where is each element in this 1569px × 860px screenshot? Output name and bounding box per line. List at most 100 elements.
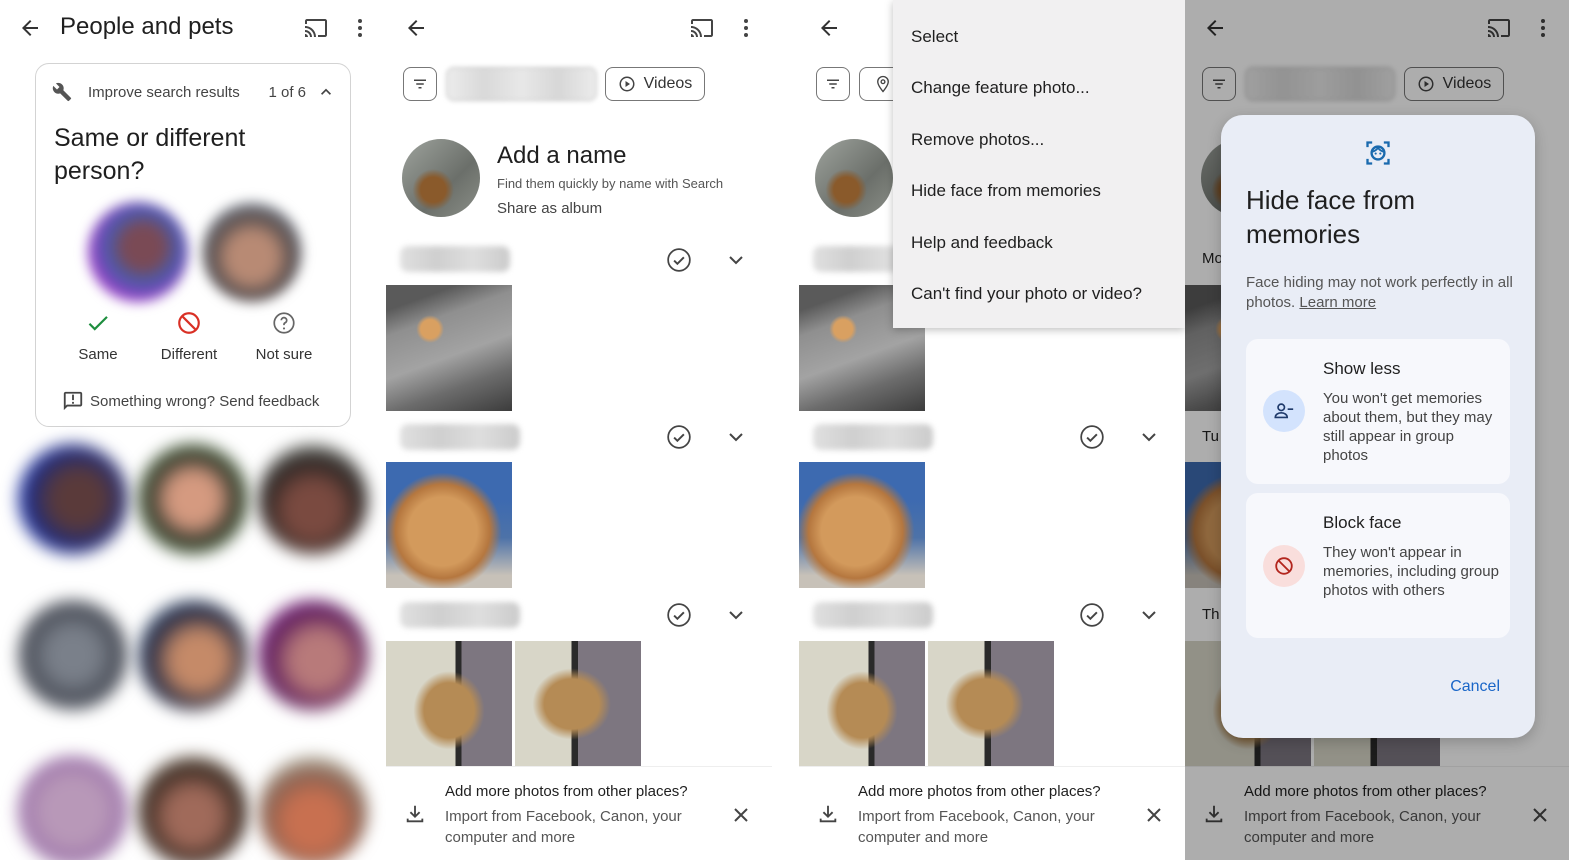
photo-thumbnail[interactable] bbox=[515, 641, 641, 767]
panel-gap bbox=[772, 0, 799, 860]
filter-chip[interactable] bbox=[816, 67, 850, 101]
person-thumbnail[interactable] bbox=[138, 756, 248, 860]
person-thumbnail[interactable] bbox=[258, 756, 368, 860]
select-all-check-icon[interactable] bbox=[666, 424, 692, 450]
card-counter: 1 of 6 bbox=[268, 83, 306, 101]
card-header-label: Improve search results bbox=[88, 83, 240, 101]
import-banner: Add more photos from other places? Impor… bbox=[386, 766, 772, 860]
menu-item-help-feedback[interactable]: Help and feedback bbox=[893, 217, 1185, 269]
select-all-check-icon[interactable] bbox=[666, 602, 692, 628]
arrow-back-icon bbox=[22, 20, 38, 36]
play-circle-icon bbox=[619, 76, 635, 92]
photo-thumbnail[interactable] bbox=[386, 462, 512, 588]
select-all-check-icon[interactable] bbox=[666, 247, 692, 273]
person-remove-icon bbox=[1274, 403, 1294, 419]
send-feedback-link[interactable]: Something wrong? Send feedback bbox=[62, 390, 319, 412]
date-header bbox=[400, 602, 520, 628]
chevron-down-icon[interactable] bbox=[724, 248, 748, 272]
import-banner-subtitle: Import from Facebook, Canon, your comput… bbox=[858, 808, 1095, 846]
videos-chip[interactable]: Videos bbox=[605, 67, 705, 101]
chevron-down-icon[interactable] bbox=[724, 425, 748, 449]
show-less-description: You won't get memories about them, but t… bbox=[1323, 390, 1493, 464]
person-thumbnail[interactable] bbox=[258, 444, 368, 554]
person-thumbnail[interactable] bbox=[18, 600, 128, 710]
chevron-up-icon[interactable] bbox=[316, 82, 336, 102]
date-header bbox=[400, 424, 520, 450]
different-button[interactable]: Different bbox=[139, 310, 239, 363]
show-less-icon-badge bbox=[1263, 390, 1305, 432]
chevron-down-icon[interactable] bbox=[1137, 603, 1161, 627]
people-and-pets-screen: People and pets Improve search results 1… bbox=[0, 0, 386, 860]
face-thumbnail-a bbox=[88, 202, 188, 302]
same-button[interactable]: Same bbox=[48, 310, 148, 363]
chevron-down-icon[interactable] bbox=[724, 603, 748, 627]
same-label: Same bbox=[78, 346, 118, 363]
menu-item-cant-find[interactable]: Can't find your photo or video? bbox=[893, 269, 1185, 321]
cancel-button[interactable]: Cancel bbox=[1450, 678, 1500, 696]
block-face-title: Block face bbox=[1323, 513, 1402, 532]
photo-thumbnail[interactable] bbox=[386, 285, 512, 411]
import-banner-title: Add more photos from other places? bbox=[445, 783, 688, 800]
chevron-down-icon[interactable] bbox=[1137, 425, 1161, 449]
share-as-album-link[interactable]: Share as album bbox=[497, 200, 602, 217]
person-thumbnail[interactable] bbox=[138, 600, 248, 710]
download-icon bbox=[406, 805, 424, 823]
menu-item-hide-face[interactable]: Hide face from memories bbox=[893, 166, 1185, 218]
person-thumbnail[interactable] bbox=[18, 444, 128, 554]
more-vert-icon bbox=[358, 19, 362, 37]
person-thumbnail[interactable] bbox=[18, 756, 128, 860]
photo-thumbnail[interactable] bbox=[799, 462, 925, 588]
feature-photo-avatar[interactable] bbox=[402, 139, 480, 217]
face-thumbnail-b bbox=[202, 202, 302, 302]
card-question: Same or different person? bbox=[54, 124, 246, 185]
feature-photo-avatar[interactable] bbox=[815, 139, 893, 217]
photo-thumbnail[interactable] bbox=[928, 641, 1054, 767]
photo-thumbnail[interactable] bbox=[386, 641, 512, 767]
date-header bbox=[400, 246, 510, 272]
add-name-button[interactable]: Add a name bbox=[497, 142, 626, 170]
menu-item-remove-photos[interactable]: Remove photos... bbox=[893, 114, 1185, 166]
dialog-description: Face hiding may not work perfectly in al… bbox=[1246, 273, 1516, 313]
show-less-title: Show less bbox=[1323, 359, 1401, 378]
back-button[interactable] bbox=[12, 10, 48, 46]
check-icon bbox=[88, 316, 108, 331]
filter-chip[interactable] bbox=[403, 67, 437, 101]
person-screen-with-menu: Add more photos from other places? Impor… bbox=[799, 0, 1185, 860]
location-chip[interactable] bbox=[446, 67, 597, 101]
top-app-bar bbox=[386, 0, 772, 56]
dialog-description-text: Face hiding may not work perfectly in al… bbox=[1246, 274, 1513, 311]
not-sure-button[interactable]: Not sure bbox=[234, 310, 334, 363]
menu-item-change-feature-photo[interactable]: Change feature photo... bbox=[893, 63, 1185, 115]
location-pin-icon bbox=[877, 75, 889, 93]
close-icon[interactable] bbox=[729, 803, 753, 827]
close-icon[interactable] bbox=[1142, 803, 1166, 827]
photo-thumbnail[interactable] bbox=[799, 641, 925, 767]
hide-face-dialog: Hide face from memories Face hiding may … bbox=[1221, 115, 1535, 738]
learn-more-link[interactable]: Learn more bbox=[1299, 294, 1376, 311]
back-button[interactable] bbox=[811, 10, 847, 46]
cast-button[interactable] bbox=[684, 10, 720, 46]
show-less-option[interactable]: Show less You won't get memories about t… bbox=[1246, 339, 1510, 484]
person-thumbnail[interactable] bbox=[258, 600, 368, 710]
menu-item-select[interactable]: Select bbox=[893, 11, 1185, 63]
page-title: People and pets bbox=[60, 13, 234, 40]
feedback-icon bbox=[63, 391, 83, 411]
block-icon bbox=[178, 312, 200, 334]
add-name-subtitle: Find them quickly by name with Search bbox=[497, 176, 724, 191]
import-banner: Add more photos from other places? Impor… bbox=[799, 766, 1185, 860]
cast-button[interactable] bbox=[298, 10, 334, 46]
wrench-icon bbox=[52, 82, 72, 102]
more-options-button[interactable] bbox=[342, 10, 378, 46]
date-header bbox=[813, 602, 933, 628]
select-all-check-icon[interactable] bbox=[1079, 424, 1105, 450]
more-options-button[interactable] bbox=[728, 10, 764, 46]
help-icon bbox=[273, 312, 295, 334]
back-button[interactable] bbox=[398, 10, 434, 46]
select-all-check-icon[interactable] bbox=[1079, 602, 1105, 628]
block-icon bbox=[1275, 557, 1293, 575]
person-thumbnail[interactable] bbox=[138, 444, 248, 554]
block-face-option[interactable]: Block face They won't appear in memories… bbox=[1246, 493, 1510, 638]
improve-search-card: Improve search results 1 of 6 Same or di… bbox=[35, 63, 351, 427]
download-icon bbox=[819, 805, 837, 823]
filter-icon bbox=[414, 79, 426, 89]
